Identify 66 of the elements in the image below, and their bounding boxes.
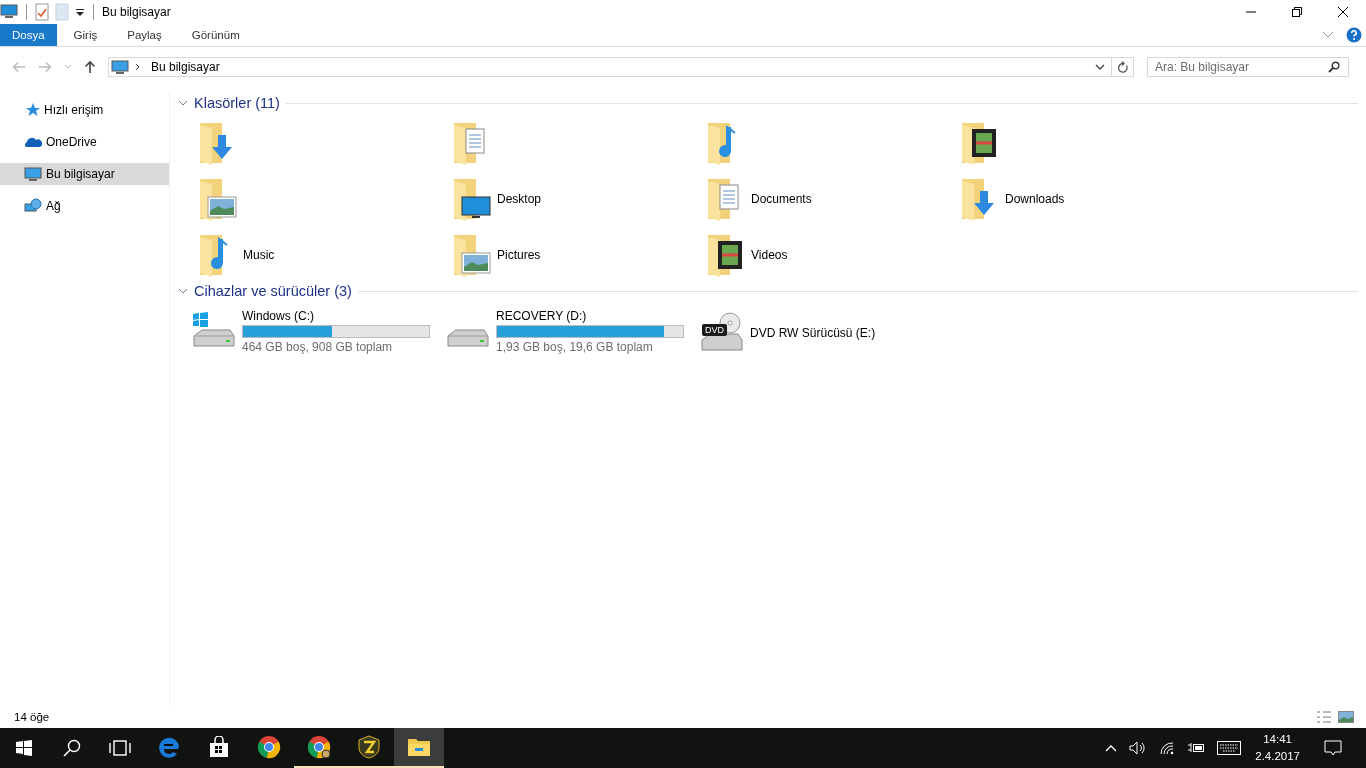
address-path[interactable]: Bu bilgisayar <box>151 60 220 74</box>
dvd-badge: DVD <box>702 323 727 336</box>
ribbon-tab[interactable]: Dosya <box>0 24 57 46</box>
help-icon[interactable] <box>1346 27 1362 43</box>
chevron-up-icon[interactable] <box>1105 744 1118 752</box>
taskbar-app[interactable] <box>394 728 444 768</box>
address-bar[interactable]: Bu bilgisayar <box>108 57 1112 77</box>
folder-label[interactable]: Pictures <box>497 248 541 262</box>
cloud-icon <box>24 136 42 148</box>
battery-plug-icon[interactable] <box>1187 742 1206 754</box>
chevron-down-icon[interactable] <box>1095 63 1105 71</box>
chevron-right-icon[interactable] <box>135 63 141 71</box>
group-heading[interactable]: Klasörler (11) <box>194 95 280 111</box>
drive-label[interactable]: Windows (C:) <box>242 309 430 323</box>
wifi-icon[interactable] <box>1159 741 1176 755</box>
browser-circle-icon <box>257 735 281 759</box>
sidebar-item[interactable]: Hızlı erişim <box>0 99 169 121</box>
sidebar-item[interactable]: Ağ <box>0 195 169 217</box>
dvd-drive-icon[interactable] <box>700 311 744 352</box>
keyboard-icon[interactable] <box>1217 741 1242 755</box>
search-field[interactable]: Ara: Bu bilgisayar <box>1147 57 1349 77</box>
folder-label[interactable]: Documents <box>751 192 812 206</box>
chevron-down-icon[interactable] <box>178 287 188 295</box>
browser-circle-icon <box>307 735 331 759</box>
folder-label[interactable]: Videos <box>751 248 788 262</box>
windows-logo-icon <box>16 740 32 756</box>
refresh-button[interactable] <box>1112 57 1134 77</box>
clock-date[interactable]: 2.4.2017 <box>1255 748 1300 765</box>
computer-icon <box>0 4 18 20</box>
network-icon <box>24 198 42 214</box>
task-view-icon <box>109 740 131 756</box>
chevron-down-icon[interactable] <box>178 99 188 107</box>
properties-icon[interactable] <box>35 3 49 21</box>
window-title: Bu bilgisayar <box>102 5 171 19</box>
up-arrow-icon[interactable] <box>84 60 96 74</box>
folder-label[interactable]: Music <box>243 248 275 262</box>
restore-icon <box>1291 6 1303 18</box>
drive-space: 464 GB boş, 908 GB toplam <box>242 340 394 354</box>
search-icon <box>63 739 81 757</box>
search-icon <box>1328 61 1340 73</box>
drive-space: 1,93 GB boş, 19,6 GB toplam <box>496 340 654 354</box>
caret-icon[interactable] <box>75 7 85 17</box>
computer-icon <box>111 59 129 75</box>
ribbon-tab[interactable]: Giriş <box>60 24 111 46</box>
item-count: 14 öğe <box>14 711 50 723</box>
folder-icon <box>407 737 431 757</box>
clock-time[interactable]: 14:41 <box>1263 731 1292 748</box>
drive-label[interactable]: DVD RW Sürücüsü (E:) <box>750 323 876 340</box>
z-shield-icon <box>357 735 381 759</box>
sidebar-item[interactable]: OneDrive <box>0 131 169 153</box>
ribbon-tab[interactable]: Paylaş <box>114 24 175 46</box>
refresh-icon <box>1116 60 1129 74</box>
folder-label[interactable]: Desktop <box>497 192 542 206</box>
browser-e-icon <box>158 736 180 758</box>
ribbon-tab[interactable]: Görünüm <box>178 24 253 46</box>
shopping-bag-icon <box>208 736 230 758</box>
sidebar-item[interactable]: Bu bilgisayar <box>0 163 169 185</box>
drive-label[interactable]: RECOVERY (D:) <box>496 309 684 323</box>
group-heading[interactable]: Cihazlar ve sürücüler (3) <box>194 283 352 299</box>
folder-icon[interactable] <box>452 177 492 221</box>
speaker-icon[interactable] <box>1129 741 1148 755</box>
folder-label[interactable]: Downloads <box>1005 192 1065 206</box>
computer-icon <box>24 166 42 182</box>
notification-icon[interactable] <box>1324 740 1342 756</box>
close-icon <box>1337 6 1349 18</box>
star-icon <box>24 102 40 118</box>
